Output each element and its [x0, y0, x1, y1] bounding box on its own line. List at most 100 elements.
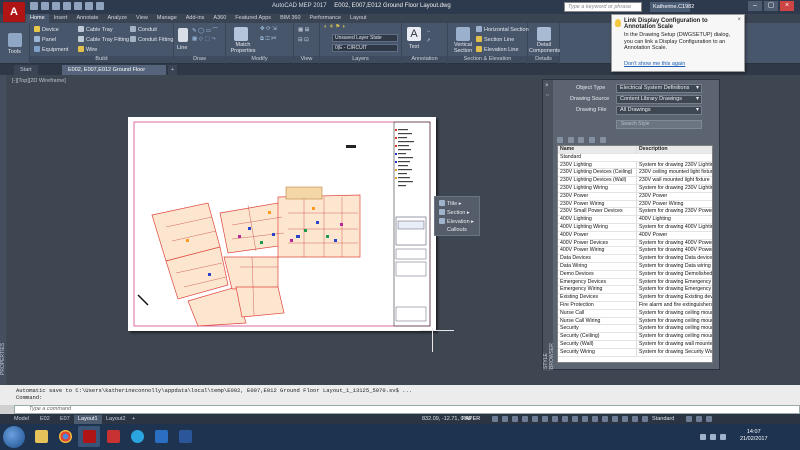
quick-properties-icon[interactable] — [622, 416, 628, 422]
tools-label[interactable]: Tools — [8, 49, 21, 55]
help-icon[interactable] — [599, 137, 606, 143]
file-tab-start[interactable]: Start — [14, 65, 38, 75]
palette-title-strip[interactable]: × ⇔ — [543, 80, 553, 371]
layout-sheet[interactable] — [128, 117, 436, 331]
grid-icon[interactable] — [492, 416, 498, 422]
current-layer-dropdown[interactable]: 0|E - CIRCUIT — [332, 44, 398, 52]
snap-icon[interactable] — [502, 416, 508, 422]
display-configuration-dropdown[interactable]: Standard — [652, 415, 674, 424]
isolate-objects-icon[interactable] — [642, 416, 648, 422]
table-row[interactable]: 230V Power 230V Power — [558, 192, 712, 201]
conduit-button[interactable]: Conduit — [130, 26, 157, 33]
save-icon[interactable] — [52, 2, 60, 10]
polar-icon[interactable] — [522, 416, 528, 422]
paper-space-toggle[interactable]: PAPER — [462, 415, 480, 424]
maximize-icon[interactable]: ▢ — [764, 1, 778, 11]
clean-screen-icon[interactable] — [696, 416, 702, 422]
detail-components-icon[interactable] — [537, 27, 551, 41]
drawing-file-dropdown[interactable]: All Drawings — [616, 106, 702, 115]
table-row[interactable]: Emergency Devices System for drawing Emer… — [558, 278, 712, 287]
ribbon-tab-featured-apps[interactable]: Featured Apps — [231, 14, 275, 23]
modify-tools-icons-row-2[interactable]: ⧉ ◫ ✂ — [260, 36, 276, 43]
table-row[interactable]: 400V Power Devices System for drawing 400… — [558, 239, 712, 248]
draw-tools-icons[interactable]: ✎ ◯ ▭ ⌒ — [192, 26, 218, 34]
transparency-icon[interactable] — [562, 416, 568, 422]
command-line-grip[interactable] — [0, 405, 14, 414]
table-row[interactable]: Nurse Call Wiring System for drawing ceil… — [558, 317, 712, 326]
ribbon-tab-add-ins[interactable]: Add-ins — [182, 14, 209, 23]
column-header-description[interactable]: Description — [636, 146, 712, 154]
cable-tray-fitting-button[interactable]: Cable Tray Fitting — [78, 36, 129, 43]
layout-tab-e07[interactable]: E07 — [56, 415, 74, 424]
view-tools-icons[interactable]: ▦ ⊞ — [298, 27, 309, 33]
import-icon[interactable] — [589, 137, 596, 143]
table-row[interactable]: Data Devices System for drawing Data devi… — [558, 255, 712, 263]
annotation-scale-icon[interactable] — [582, 416, 588, 422]
column-header-name[interactable]: Name — [560, 146, 634, 154]
osnap-icon[interactable] — [532, 416, 538, 422]
text-button[interactable]: Text — [409, 44, 419, 50]
close-icon[interactable]: × — [780, 1, 794, 11]
close-icon[interactable]: × — [737, 17, 741, 23]
layout-tab-layout1[interactable]: Layout1 — [74, 415, 102, 424]
vertical-section-button[interactable]: Vertical Section — [450, 42, 476, 54]
line-button[interactable]: Line — [177, 45, 187, 51]
layout-tab-layout2[interactable]: Layout2 — [102, 415, 130, 424]
table-row[interactable]: 230V Lighting Devices (Wall) 230V wall mo… — [558, 177, 712, 185]
vertical-section-icon[interactable] — [456, 27, 470, 41]
table-row[interactable]: Security (Ceiling) System for drawing cei… — [558, 333, 712, 341]
save-as-icon[interactable] — [63, 2, 71, 10]
tools-icon[interactable] — [8, 33, 22, 47]
auto-hide-icon[interactable]: ⇔ — [545, 92, 550, 98]
text-icon[interactable]: A — [407, 27, 421, 41]
ribbon-tab-home[interactable]: Home — [26, 14, 49, 23]
annotation-monitor-icon[interactable] — [602, 416, 608, 422]
application-menu-button[interactable]: A — [3, 2, 25, 22]
ribbon-tab-bim-360[interactable]: BIM 360 — [276, 14, 304, 23]
object-type-dropdown[interactable]: Electrical System Definitions — [616, 84, 702, 93]
taskbar-autocad-mep[interactable] — [78, 426, 100, 447]
table-row[interactable]: 400V Lighting Wiring System for drawing 4… — [558, 223, 712, 232]
elevation-line-button[interactable]: Elevation Line — [476, 46, 519, 53]
lock-ui-icon[interactable] — [632, 416, 638, 422]
customization-icon[interactable] — [706, 416, 712, 422]
ribbon-tab-layout[interactable]: Layout — [346, 14, 371, 23]
draw-tools-icons-row-2[interactable]: ▦ ◇ ⬚ ⤳ — [192, 36, 216, 43]
ribbon-tab-a360[interactable]: A360 — [209, 14, 230, 23]
dont-show-again-link[interactable]: Don't show me this again — [624, 61, 685, 67]
style-search-input[interactable]: Search Style — [616, 120, 702, 129]
details-group-label[interactable]: Details — [528, 56, 559, 63]
view-list-icon[interactable] — [557, 137, 563, 143]
title-callout-button[interactable]: Title ▸ — [439, 200, 461, 207]
table-row[interactable]: Standard — [558, 154, 712, 162]
detail-components-button[interactable]: Detail Components — [529, 42, 560, 54]
selection-cycling-icon[interactable] — [572, 416, 578, 422]
ribbon-tab-analyze[interactable]: Analyze — [103, 14, 131, 23]
tray-network-icon[interactable] — [700, 434, 706, 440]
section-callout-button[interactable]: Section ▸ — [439, 209, 470, 216]
dimension-icon[interactable]: ↔ — [426, 28, 432, 34]
view-tools-icons-row-2[interactable]: ⊟ ⊡ — [298, 37, 309, 43]
cable-tray-button[interactable]: Cable Tray — [78, 26, 113, 33]
lineweight-icon[interactable] — [552, 416, 558, 422]
close-icon[interactable]: × — [545, 83, 549, 89]
match-properties-icon[interactable] — [234, 27, 248, 41]
ribbon-tab-insert[interactable]: Insert — [50, 14, 72, 23]
table-row[interactable]: 400V Lighting 400V Lighting — [558, 216, 712, 224]
workspace-icon[interactable] — [592, 416, 598, 422]
clock[interactable]: 14:07 21/02/2017 — [740, 429, 768, 443]
layers-group-label[interactable]: Layers — [320, 56, 401, 63]
undo-icon[interactable] — [85, 2, 93, 10]
elevation-callout-button[interactable]: Elevation ▸ — [439, 218, 474, 225]
device-button[interactable]: Device — [34, 26, 59, 33]
layout-tab-e02[interactable]: E02 — [36, 415, 54, 424]
table-row[interactable]: 230V Small Power Devices System for drawi… — [558, 208, 712, 217]
table-row[interactable]: Data Wiring System for drawing Data wirin… — [558, 262, 712, 271]
add-layout-icon[interactable]: + — [128, 415, 139, 424]
tray-flag-icon[interactable] — [720, 434, 726, 440]
build-group-label[interactable]: Build — [30, 56, 173, 63]
annotation-group-label[interactable]: Annotation — [402, 56, 447, 63]
table-row[interactable]: Fire Protection Fire alarm and fire extin… — [558, 301, 712, 310]
modify-tools-icons[interactable]: ✥ ⟳ ⇲ — [260, 26, 277, 32]
refresh-icon[interactable] — [578, 137, 585, 143]
